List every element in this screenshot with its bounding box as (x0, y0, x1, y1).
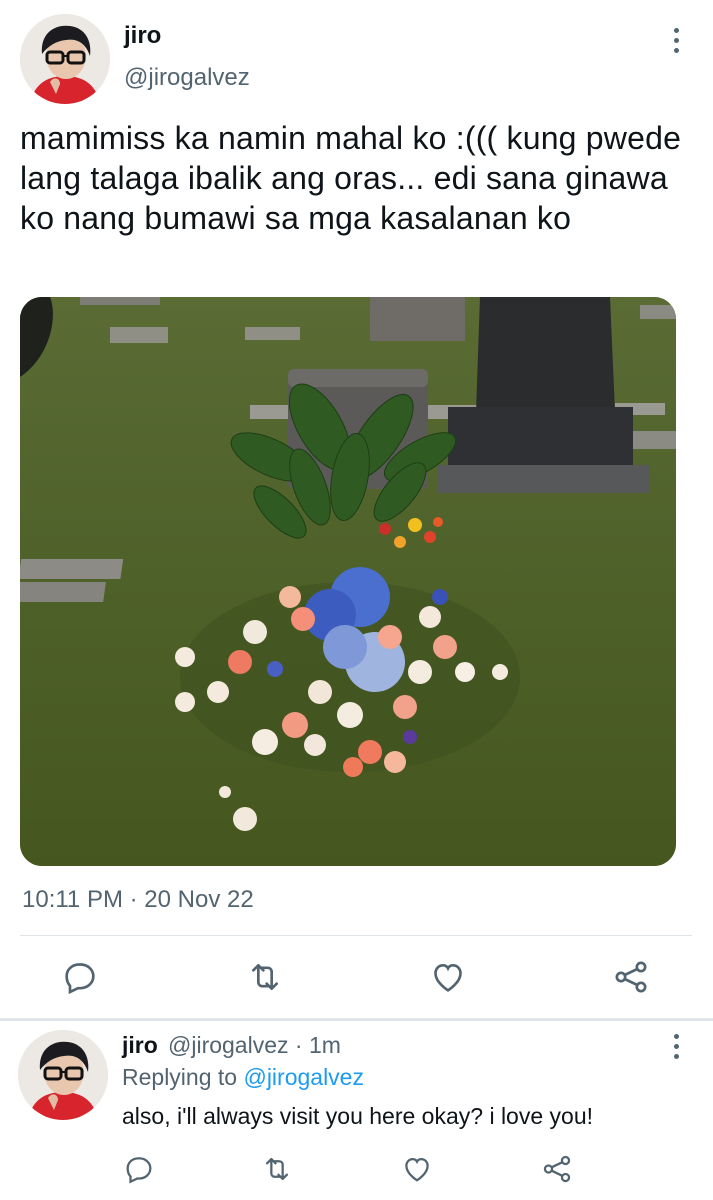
more-options-icon[interactable] (661, 28, 691, 62)
tweet-separator (0, 1018, 713, 1021)
replying-to: Replying to @jirogalvez (122, 1064, 364, 1091)
divider (20, 935, 692, 936)
avatar[interactable] (20, 14, 110, 104)
tweet-image[interactable] (20, 297, 676, 866)
reply-more-options-icon[interactable] (661, 1034, 691, 1068)
reply-icon[interactable] (122, 1152, 156, 1186)
avatar-photo (20, 14, 110, 104)
reply-display-name[interactable]: jiro (122, 1032, 158, 1059)
user-handle[interactable]: @jirogalvez (124, 64, 250, 92)
display-name[interactable]: jiro (124, 22, 161, 50)
grave-with-flowers-photo (20, 297, 676, 866)
tweet-timestamp[interactable]: 10:11 PM · 20 Nov 22 (22, 886, 254, 914)
replying-to-label: Replying to (122, 1064, 238, 1090)
like-icon[interactable] (400, 1152, 434, 1186)
share-icon[interactable] (540, 1152, 574, 1186)
avatar-photo (18, 1030, 108, 1120)
share-icon[interactable] (611, 957, 651, 997)
reply-avatar[interactable] (18, 1030, 108, 1120)
tweet: jiro @jirogalvez mamimiss ka namin mahal… (0, 0, 713, 1018)
reply-handle-time[interactable]: @jirogalvez · 1m (168, 1032, 341, 1059)
retweet-icon[interactable] (260, 1152, 294, 1186)
reply-icon[interactable] (60, 957, 100, 997)
like-icon[interactable] (428, 957, 468, 997)
tweet-text: mamimiss ka namin mahal ko :((( kung pwe… (20, 120, 682, 236)
retweet-icon[interactable] (245, 957, 285, 997)
replying-to-link[interactable]: @jirogalvez (243, 1064, 364, 1090)
reply-text: also, i'll always visit you here okay? i… (122, 1103, 593, 1129)
